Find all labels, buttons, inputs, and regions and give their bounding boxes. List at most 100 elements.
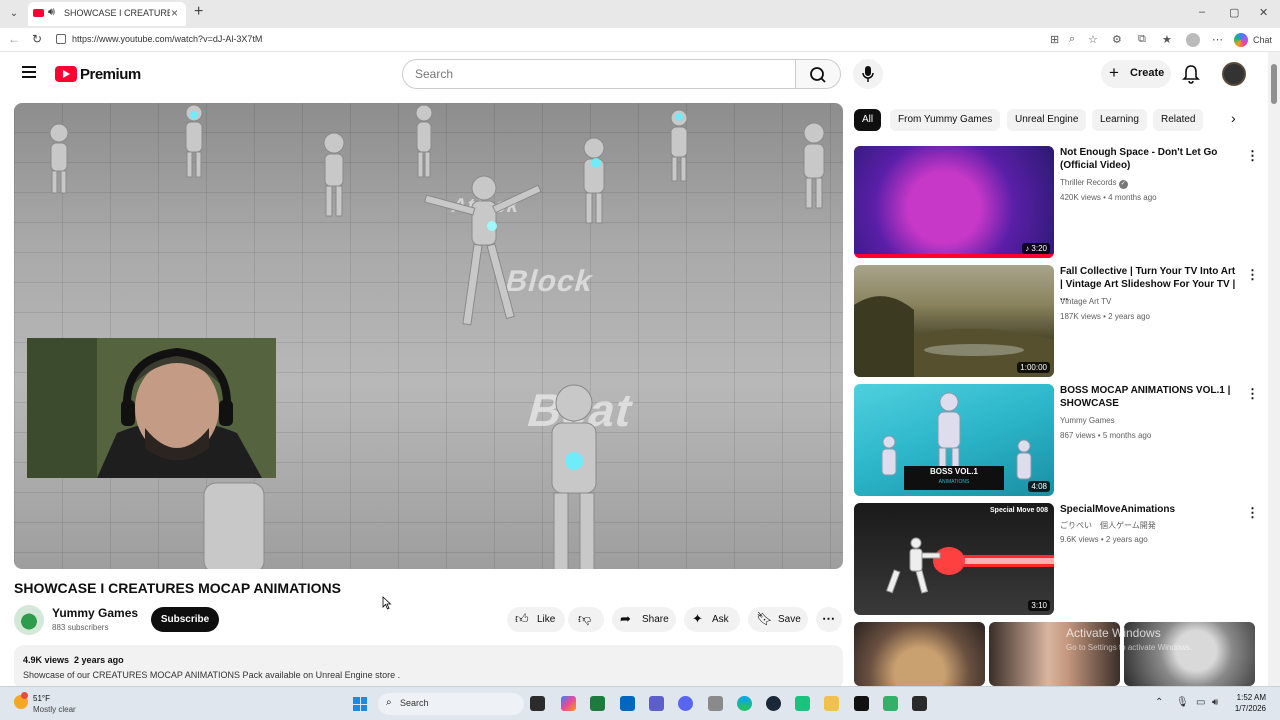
youtube-logo-icon[interactable] [55, 66, 77, 82]
teams-icon[interactable] [649, 696, 664, 711]
site-info-icon[interactable] [56, 34, 66, 44]
channel-avatar[interactable] [14, 605, 44, 635]
grid-icon[interactable]: ⊞ [1050, 33, 1059, 46]
back-icon[interactable]: ← [8, 32, 20, 46]
more-vertical-icon[interactable]: ⋮ [1246, 386, 1259, 402]
chip-from-yummy-games[interactable]: From Yummy Games [890, 109, 1001, 131]
taskbar-search[interactable]: ⌕ Search [378, 693, 524, 715]
windows-start-icon[interactable] [353, 697, 367, 711]
collections-icon[interactable]: ★ [1162, 33, 1172, 46]
clock-date[interactable]: 1/7/2026 [1230, 704, 1266, 713]
rec-title[interactable]: SpecialMoveAnimations [1060, 503, 1240, 516]
microphone-tray-icon[interactable]: 🎙︎ [1176, 697, 1189, 708]
weather-temperature: 51°F [33, 694, 50, 703]
app-icon[interactable] [795, 696, 810, 711]
description-meta: 4.9K views 2 years ago [23, 655, 124, 665]
speaker-icon[interactable]: 🔊︎ [48, 6, 55, 19]
edge-icon[interactable] [737, 696, 752, 711]
chip-learning[interactable]: Learning [1092, 109, 1147, 131]
chip-related[interactable]: Related [1153, 109, 1204, 131]
epic-games-icon[interactable] [912, 696, 927, 711]
rec-channel[interactable]: ごりぺい 個人ゲーム開発 [1060, 520, 1156, 531]
recommendation-item[interactable]: BOSS VOL.1 ANIMATIONS 4:08 BOSS MOCAP AN… [854, 384, 1259, 496]
clock-time[interactable]: 1:52 AM [1230, 693, 1266, 702]
rec-channel[interactable]: Thriller Records ✓ [1060, 178, 1128, 189]
activate-windows-subtitle: Go to Settings to activate Windows. [1066, 643, 1193, 652]
chip-unreal-engine[interactable]: Unreal Engine [1007, 109, 1087, 131]
rec-title[interactable]: Not Enough Space - Don't Let Go (Officia… [1060, 146, 1240, 172]
rec-meta: 9.6K views • 2 years ago [1060, 535, 1148, 544]
chevron-up-icon[interactable]: ⌃ [1155, 697, 1163, 708]
url-field[interactable]: https://www.youtube.com/watch?v=dJ-Al-3X… [50, 31, 1050, 49]
chat-label[interactable]: Chat [1253, 35, 1272, 45]
video-thumbnail[interactable]: BOSS VOL.1 ANIMATIONS 4:08 [854, 384, 1054, 496]
favorite-icon[interactable]: ☆ [1088, 33, 1098, 46]
close-window-icon[interactable]: ✕ [1259, 6, 1268, 19]
split-screen-icon[interactable]: ⧉ [1138, 33, 1146, 46]
more-actions-button[interactable]: ⋯ [816, 607, 842, 632]
close-tab-icon[interactable]: × [171, 6, 178, 20]
save-button[interactable]: 🔖︎ Save [748, 607, 808, 632]
app-icon[interactable] [883, 696, 898, 711]
outlook-icon[interactable] [620, 696, 635, 711]
discord-icon[interactable] [678, 696, 693, 711]
share-button[interactable]: ➦ Share [612, 607, 676, 632]
more-vertical-icon[interactable]: ⋮ [1246, 267, 1259, 283]
browser-profile-avatar[interactable] [1186, 33, 1200, 47]
tab-actions-icon[interactable]: ⌄ [6, 6, 22, 22]
video-thumbnail[interactable]: 1:00:00 [854, 265, 1054, 377]
rec-title[interactable]: BOSS MOCAP ANIMATIONS VOL.1 | SHOWCASE [1060, 384, 1240, 410]
subscriber-count: 883 subscribers [52, 623, 109, 632]
menu-icon[interactable] [22, 66, 36, 78]
maximize-icon[interactable]: ▢ [1229, 6, 1239, 19]
steam-icon[interactable] [766, 696, 781, 711]
reload-icon[interactable]: ↻ [32, 32, 42, 46]
chip-all[interactable]: All [854, 109, 882, 131]
zoom-icon[interactable]: ⌕ [1069, 33, 1075, 46]
search-input[interactable]: Search [402, 59, 796, 89]
bookmark-icon: 🔖︎ [756, 611, 773, 626]
extensions-icon[interactable]: ⚙ [1112, 33, 1122, 46]
like-button[interactable]: 👍︎ Like [507, 607, 565, 632]
rec-channel[interactable]: Yummy Games [1060, 416, 1115, 425]
minimize-icon[interactable]: – [1199, 6, 1205, 18]
subscribe-button[interactable]: Subscribe [151, 607, 219, 632]
notifications-bell-icon[interactable] [1182, 64, 1200, 89]
display-icon[interactable]: ▭ [1196, 697, 1205, 708]
rec-channel[interactable]: Vintage Art TV [1060, 297, 1111, 306]
recommendation-item[interactable]: 1:00:00 Fall Collective | Turn Your TV I… [854, 265, 1259, 377]
volume-icon[interactable]: 🔊︎ [1212, 697, 1218, 708]
account-avatar[interactable] [1222, 62, 1246, 86]
copilot-icon[interactable] [1234, 33, 1248, 47]
app-icon[interactable] [708, 696, 723, 711]
dislike-button[interactable]: 👎︎ [568, 607, 604, 632]
shelf-thumbnail[interactable] [854, 622, 985, 686]
premium-logo-text[interactable]: Premium [80, 66, 141, 83]
unreal-engine-icon[interactable] [854, 696, 869, 711]
task-view-icon[interactable] [530, 696, 545, 711]
scrollbar-thumb[interactable] [1271, 64, 1277, 104]
more-vertical-icon[interactable]: ⋮ [1246, 505, 1259, 521]
create-button[interactable]: + Create [1101, 60, 1171, 88]
video-thumbnail[interactable]: Special Move 008 3:10 [854, 503, 1054, 615]
video-player[interactable]: Attack Block Beat [14, 103, 843, 569]
app-icon[interactable] [590, 696, 605, 711]
recommendation-item[interactable]: Special Move 008 3:10 SpecialMoveAnimati… [854, 503, 1259, 615]
copilot-app-icon[interactable] [561, 696, 576, 711]
ask-button[interactable]: ✦ Ask [684, 607, 740, 632]
description-box[interactable]: 4.9K views 2 years ago Showcase of our C… [14, 645, 843, 690]
new-tab-icon[interactable]: + [194, 3, 203, 21]
more-icon[interactable]: ⋯ [1212, 33, 1223, 46]
page-scrollbar[interactable] [1268, 52, 1280, 686]
video-thumbnail[interactable]: ♪ 3:20 [854, 146, 1054, 258]
more-vertical-icon[interactable]: ⋮ [1246, 148, 1259, 164]
voice-search-button[interactable] [853, 59, 883, 89]
browser-tab[interactable]: 🔊︎ SHOWCASE I CREATURES MO × [28, 2, 186, 26]
file-explorer-icon[interactable] [824, 696, 839, 711]
chevron-right-icon[interactable]: › [1231, 110, 1236, 126]
microphone-icon [862, 66, 874, 82]
search-button[interactable] [795, 59, 841, 89]
recommendation-item[interactable]: ♪ 3:20 Not Enough Space - Don't Let Go (… [854, 146, 1259, 258]
view-count: 4.9K views [23, 655, 70, 665]
channel-name[interactable]: Yummy Games [52, 606, 138, 620]
